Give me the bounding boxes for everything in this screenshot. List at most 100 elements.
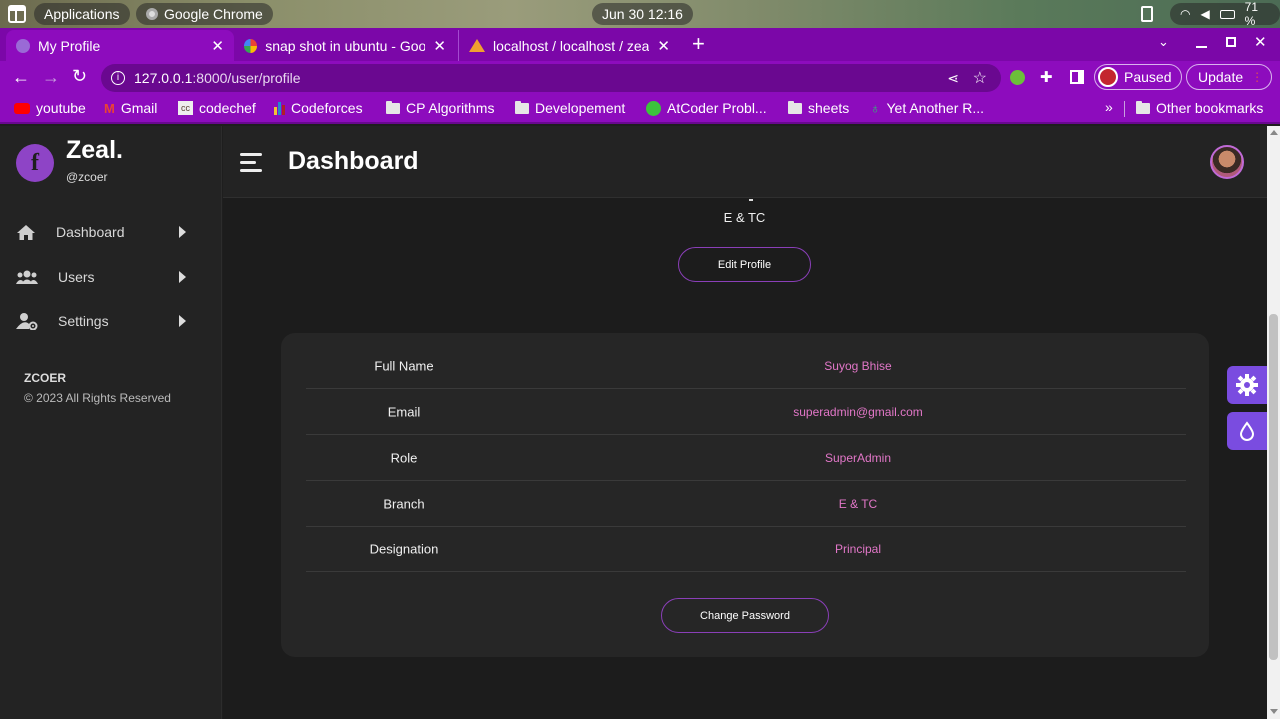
extension-green-icon[interactable]: [1010, 70, 1025, 85]
table-row: Designation Principal: [306, 526, 1186, 572]
profile-favicon-icon: [16, 38, 30, 53]
google-favicon-icon: [244, 38, 258, 53]
close-tab-icon[interactable]: ✕: [211, 37, 224, 55]
forward-icon[interactable]: →: [42, 67, 60, 88]
sidebar-item-label: Dashboard: [56, 224, 125, 240]
more-bookmarks-icon[interactable]: »: [1105, 99, 1113, 115]
change-password-button[interactable]: Change Password: [661, 598, 829, 633]
system-tray[interactable]: ◠ ◀ 71 %: [1170, 0, 1280, 28]
extensions-puzzle-icon[interactable]: ✚: [1040, 68, 1053, 86]
tab-strip: My Profile ✕ snap shot in ubuntu - Goo ✕…: [0, 28, 1280, 61]
bookmark-codechef[interactable]: cc codechef: [170, 100, 264, 116]
new-tab-icon[interactable]: +: [692, 31, 705, 57]
sidebar: f Zeal. @zcoer Dashboard Users Settings …: [0, 126, 222, 719]
update-button[interactable]: Update ⋮: [1186, 64, 1272, 90]
field-label: Branch: [383, 496, 425, 511]
bookmark-youtube[interactable]: youtube: [6, 100, 94, 116]
bookmark-star-icon[interactable]: ☆: [973, 68, 987, 88]
clipboard-icon[interactable]: [1141, 6, 1153, 22]
close-tab-icon[interactable]: ✕: [657, 37, 670, 55]
share-icon[interactable]: ⋖: [947, 70, 959, 87]
field-value: Suyog Bhise: [824, 358, 892, 373]
table-row: Branch E & TC: [306, 481, 1186, 527]
brand-logo[interactable]: f: [16, 144, 54, 182]
bookmark-developement[interactable]: Developement: [507, 100, 633, 116]
address-bar[interactable]: i 127.0.0.1:8000/user/profile ⋖ ☆: [101, 64, 1001, 92]
menu-dots-icon[interactable]: ⋮: [1251, 70, 1263, 84]
bookmarks-separator: [1124, 101, 1125, 117]
theme-float-button[interactable]: [1227, 412, 1267, 450]
brand-name: Zeal.: [66, 136, 123, 164]
gear-icon: [1236, 374, 1258, 396]
sidebar-item-dashboard[interactable]: Dashboard: [16, 220, 186, 244]
user-gear-icon: [16, 313, 38, 330]
battery-label: 71 %: [1244, 0, 1259, 28]
user-avatar[interactable]: [1210, 145, 1244, 179]
back-icon[interactable]: ←: [12, 67, 30, 88]
tab-search-icon[interactable]: ⌄: [1158, 34, 1169, 50]
atcoder-icon: [646, 100, 661, 116]
sidebar-item-label: Users: [58, 269, 95, 285]
site-info-icon[interactable]: i: [111, 71, 125, 85]
folder-icon: [386, 100, 400, 114]
url-text: 127.0.0.1:8000/user/profile: [134, 70, 301, 86]
tab-localhost[interactable]: localhost / localhost / zea ✕: [458, 30, 680, 61]
minimize-icon[interactable]: [1196, 46, 1207, 48]
hamburger-menu-icon[interactable]: [240, 153, 264, 173]
scroll-up-icon[interactable]: [1270, 130, 1278, 135]
tab-my-profile[interactable]: My Profile ✕: [6, 30, 234, 61]
branch-top-text: E & TC: [723, 210, 766, 225]
sidebar-item-settings[interactable]: Settings: [16, 309, 186, 333]
bookmark-gmail[interactable]: M Gmail: [96, 100, 165, 116]
battery-icon: [1219, 9, 1235, 19]
bookmark-atcoder[interactable]: AtCoder Probl...: [638, 100, 775, 116]
settings-float-button[interactable]: [1227, 366, 1267, 404]
bookmark-codeforces[interactable]: Codeforces: [266, 100, 371, 116]
field-label: Email: [387, 404, 421, 419]
codechef-icon: cc: [178, 101, 193, 115]
folder-icon: [515, 100, 529, 114]
applications-label: Applications: [44, 6, 120, 22]
activities-icon[interactable]: [8, 5, 26, 23]
tab-title: localhost / localhost / zea: [493, 37, 650, 54]
applications-menu[interactable]: Applications: [34, 3, 130, 25]
clock[interactable]: Jun 30 12:16: [592, 3, 693, 25]
field-value: SuperAdmin: [824, 450, 892, 465]
update-label: Update: [1198, 69, 1244, 85]
profile-paused-button[interactable]: Paused: [1094, 64, 1182, 90]
edit-profile-button[interactable]: Edit Profile: [678, 247, 811, 282]
close-window-icon[interactable]: ✕: [1254, 33, 1267, 51]
close-tab-icon[interactable]: ✕: [433, 37, 446, 55]
bookmark-label: Other bookmarks: [1156, 100, 1264, 116]
bookmark-label: Codeforces: [291, 100, 363, 116]
profile-avatar: [1098, 67, 1118, 87]
tab-title: snap shot in ubuntu - Goo: [265, 37, 426, 54]
bookmark-cp-algorithms[interactable]: CP Algorithms: [378, 100, 502, 116]
page-scrollbar[interactable]: [1267, 126, 1280, 719]
os-top-bar: Applications Google Chrome Jun 30 12:16 …: [0, 0, 1280, 28]
org-name: ZCOER: [24, 371, 66, 385]
bookmark-yet-another[interactable]: ♁ Yet Another R...: [862, 100, 992, 116]
bookmark-sheets[interactable]: sheets: [780, 100, 857, 116]
bookmark-other[interactable]: Other bookmarks: [1128, 100, 1271, 116]
sidebar-item-users[interactable]: Users: [16, 265, 186, 289]
side-panel-icon[interactable]: [1070, 70, 1084, 84]
active-app-indicator[interactable]: Google Chrome: [136, 3, 273, 25]
bookmark-label: youtube: [36, 100, 86, 116]
paused-label: Paused: [1124, 69, 1172, 85]
scrollbar-thumb[interactable]: [1269, 314, 1278, 660]
brand-handle: @zcoer: [66, 170, 108, 184]
scroll-down-icon[interactable]: [1270, 709, 1278, 714]
folder-icon: [788, 100, 802, 114]
bookmark-label: AtCoder Probl...: [667, 100, 767, 116]
codeforces-icon: [274, 101, 285, 115]
url-host: 127.0.0.1: [134, 70, 193, 86]
reload-icon[interactable]: ↻: [72, 66, 87, 87]
bookmark-label: Developement: [535, 100, 626, 116]
phpmyadmin-favicon-icon: [469, 39, 485, 52]
field-value: E & TC: [838, 496, 878, 511]
datetime-label: Jun 30 12:16: [602, 6, 683, 22]
yet-another-icon: ♁: [870, 100, 881, 116]
tab-snapshot[interactable]: snap shot in ubuntu - Goo ✕: [234, 30, 456, 61]
restore-icon[interactable]: [1226, 37, 1236, 47]
